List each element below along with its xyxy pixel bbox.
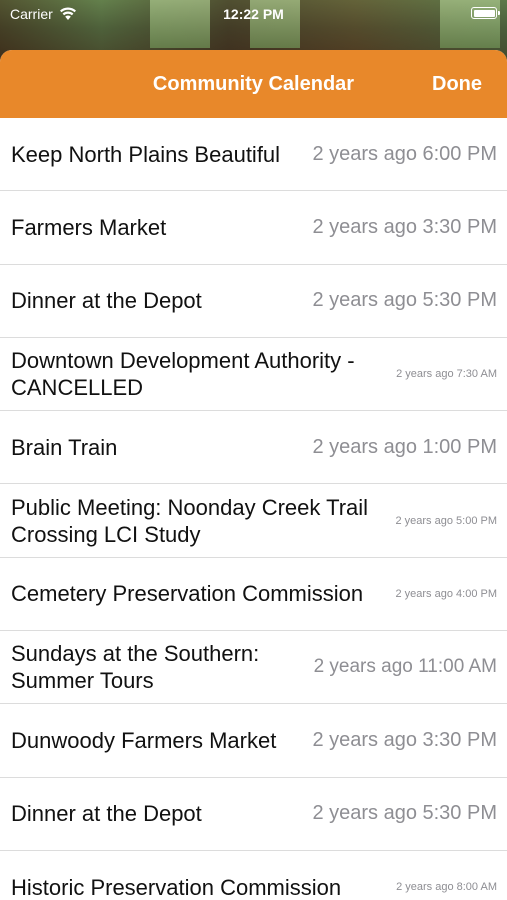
event-title: Cemetery Preservation Commission: [11, 581, 364, 607]
event-time: 2 years ago 4:00 PM: [395, 587, 497, 600]
status-battery-group: [471, 6, 500, 22]
done-button[interactable]: Done: [432, 73, 482, 96]
event-title: Dinner at the Depot: [11, 801, 202, 827]
event-title: Brain Train: [11, 434, 118, 460]
event-time: 2 years ago 6:00 PM: [312, 142, 497, 165]
event-title: Public Meeting: Noonday Creek Trail Cros…: [11, 494, 369, 547]
event-row[interactable]: Dinner at the Depot 2 years ago 5:30 PM: [0, 265, 507, 338]
event-row[interactable]: Public Meeting: Noonday Creek Trail Cros…: [0, 484, 507, 558]
event-title: Farmers Market: [11, 214, 167, 240]
event-row[interactable]: Farmers Market 2 years ago 3:30 PM: [0, 191, 507, 265]
event-time: 2 years ago 5:00 PM: [395, 514, 497, 527]
event-time: 2 years ago 5:30 PM: [312, 289, 497, 312]
event-time: 2 years ago 11:00 AM: [313, 656, 497, 678]
status-bar: Carrier 12:22 PM: [0, 0, 507, 28]
event-title: Dinner at the Depot: [11, 288, 202, 314]
event-row[interactable]: Sundays at the Southern: Summer Tours 2 …: [0, 631, 507, 705]
event-time: 2 years ago 8:00 AM: [396, 881, 497, 894]
event-row[interactable]: Dunwoody Farmers Market 2 years ago 3:30…: [0, 704, 507, 778]
nav-bar: Community Calendar Done: [0, 50, 507, 118]
event-title: Dunwoody Farmers Market: [11, 728, 277, 754]
event-list: Keep North Plains Beautiful 2 years ago …: [0, 118, 507, 900]
event-time: 2 years ago 5:30 PM: [312, 802, 497, 825]
event-row[interactable]: Downtown Development Authority - CANCELL…: [0, 338, 507, 412]
event-row[interactable]: Historic Preservation Commission 2 years…: [0, 851, 507, 900]
event-title: Downtown Development Authority - CANCELL…: [11, 348, 355, 401]
event-title: Historic Preservation Commission: [11, 874, 342, 900]
event-time: 2 years ago 3:30 PM: [312, 215, 497, 238]
event-title: Sundays at the Southern: Summer Tours: [11, 641, 260, 694]
status-time: 12:22 PM: [223, 6, 284, 22]
event-row[interactable]: Keep North Plains Beautiful 2 years ago …: [0, 118, 507, 192]
page-title: Community Calendar: [152, 73, 355, 95]
calendar-sheet: Community Calendar Done Keep North Plain…: [0, 50, 507, 900]
event-row[interactable]: Cemetery Preservation Commission 2 years…: [0, 558, 507, 632]
event-time: 2 years ago 1:00 PM: [312, 435, 497, 458]
event-title: Keep North Plains Beautiful: [11, 141, 281, 167]
event-time: 2 years ago 7:30 AM: [396, 368, 497, 381]
event-row[interactable]: Brain Train 2 years ago 1:00 PM: [0, 411, 507, 485]
event-row[interactable]: Dinner at the Depot 2 years ago 5:30 PM: [0, 778, 507, 851]
event-time: 2 years ago 3:30 PM: [312, 729, 497, 752]
battery-icon: [471, 7, 500, 19]
